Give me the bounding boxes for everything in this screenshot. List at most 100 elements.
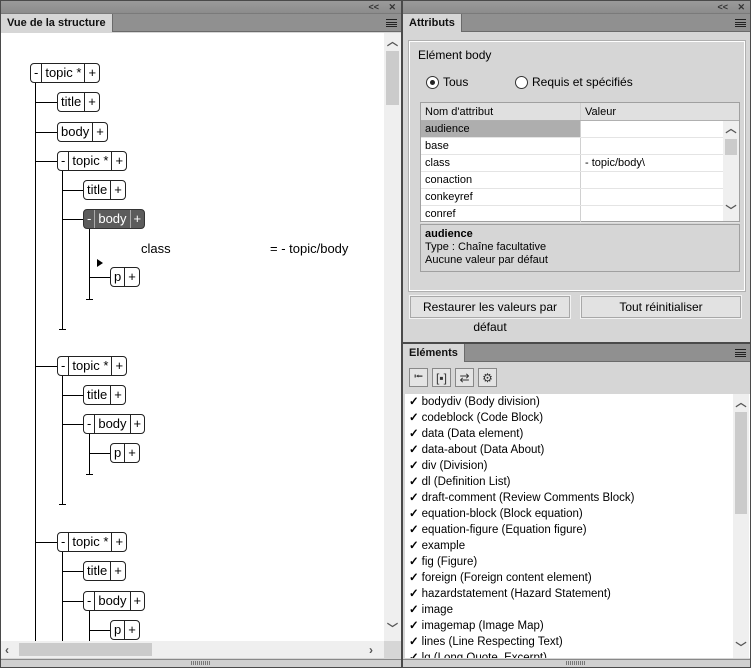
element-list-item[interactable]: ✓ image	[405, 602, 750, 618]
element-list-item[interactable]: ✓ foreign (Foreign content element)	[405, 570, 750, 586]
collapse-button[interactable]: -	[84, 210, 96, 228]
collapse-button[interactable]: -	[58, 152, 70, 170]
element-list-item[interactable]: ✓ dl (Definition List)	[405, 474, 750, 490]
tree-node-title[interactable]: title +	[57, 92, 100, 112]
element-list-item[interactable]: ✓ example	[405, 538, 750, 554]
element-list-item[interactable]: ✓ bodydiv (Body division)	[405, 394, 750, 410]
scrollbar-thumb[interactable]	[735, 412, 747, 514]
radio-all[interactable]: Tous	[426, 75, 468, 89]
tree-node-title[interactable]: title +	[83, 385, 126, 405]
scroll-up-icon[interactable]: ︿	[384, 36, 401, 48]
attr-value[interactable]	[581, 121, 723, 137]
panel-menu-icon[interactable]	[386, 19, 397, 27]
scroll-down-icon[interactable]: ﹀	[384, 623, 401, 635]
expand-button[interactable]: +	[112, 357, 126, 375]
vertical-scrollbar[interactable]: ︿ ﹀	[384, 33, 401, 641]
scroll-up-icon[interactable]: ︿	[723, 123, 739, 135]
panel-menu-icon[interactable]	[735, 19, 746, 27]
expand-button[interactable]: +	[93, 123, 107, 141]
vertical-scrollbar[interactable]: ︿ ﹀	[733, 394, 749, 658]
attr-value[interactable]	[581, 172, 723, 188]
table-scrollbar[interactable]: ︿ ﹀	[723, 121, 739, 221]
tree-node-p[interactable]: p +	[110, 620, 140, 640]
resize-handle[interactable]	[403, 659, 750, 667]
insert-before-icon[interactable]: ⭰	[409, 368, 428, 387]
change-element-icon[interactable]: ⇄	[455, 368, 474, 387]
attr-value[interactable]	[581, 138, 723, 154]
column-header-name[interactable]: Nom d'attribut	[421, 103, 581, 120]
tree-node-p[interactable]: p +	[110, 443, 140, 463]
column-header-value[interactable]: Valeur	[581, 103, 723, 120]
element-list-item[interactable]: ✓ imagemap (Image Map)	[405, 618, 750, 634]
element-list-item[interactable]: ✓ data-about (Data About)	[405, 442, 750, 458]
settings-gear-icon[interactable]: ⚙	[478, 368, 497, 387]
attr-value[interactable]: - topic/body\	[581, 155, 723, 171]
element-list-item[interactable]: ✓ equation-figure (Equation figure)	[405, 522, 750, 538]
expand-button[interactable]: +	[112, 533, 126, 551]
expand-button[interactable]: +	[85, 64, 99, 82]
tree-node-title[interactable]: title +	[83, 561, 126, 581]
radio-required-specified[interactable]: Requis et spécifiés	[515, 75, 633, 89]
tree-node-topic[interactable]: - topic * +	[57, 356, 128, 376]
tree-node-body[interactable]: - body +	[83, 591, 146, 611]
scroll-up-icon[interactable]: ︿	[733, 397, 749, 409]
expand-button[interactable]: +	[111, 386, 125, 404]
scroll-left-icon[interactable]: ‹	[5, 643, 9, 657]
table-row[interactable]: conkeyref	[421, 189, 739, 206]
tree-node-p[interactable]: p +	[110, 267, 140, 287]
collapse-button[interactable]: -	[31, 64, 43, 82]
tree-node-body-selected[interactable]: - body +	[83, 209, 146, 229]
element-list-item[interactable]: ✓ data (Data element)	[405, 426, 750, 442]
element-list-item[interactable]: ✓ hazardstatement (Hazard Statement)	[405, 586, 750, 602]
scroll-right-icon[interactable]: ›	[369, 643, 373, 657]
table-row[interactable]: base	[421, 138, 739, 155]
element-list-item[interactable]: ✓ div (Division)	[405, 458, 750, 474]
tab-attributes[interactable]: Attributs	[403, 14, 462, 32]
reset-all-button[interactable]: Tout réinitialiser	[580, 295, 742, 319]
tree-node-body[interactable]: body +	[57, 122, 108, 142]
expand-button[interactable]: +	[131, 415, 145, 433]
tree-node-body[interactable]: - body +	[83, 414, 146, 434]
expand-button[interactable]: +	[112, 152, 126, 170]
panel-menu-icon[interactable]	[735, 349, 746, 357]
attr-value[interactable]	[581, 189, 723, 205]
collapse-button[interactable]: -	[84, 415, 96, 433]
horizontal-scrollbar[interactable]: ‹ ›	[1, 641, 384, 658]
expand-button[interactable]: +	[125, 444, 139, 462]
expand-button[interactable]: +	[131, 592, 145, 610]
scrollbar-thumb[interactable]	[386, 51, 399, 105]
element-list-item[interactable]: ✓ equation-block (Block equation)	[405, 506, 750, 522]
scroll-down-icon[interactable]: ﹀	[733, 642, 749, 654]
tree-node-title[interactable]: title +	[83, 180, 126, 200]
attr-value[interactable]	[581, 206, 723, 222]
structure-canvas[interactable]: - topic * + title + body + - topic * + title + …	[1, 33, 384, 641]
element-list-item[interactable]: ✓ fig (Figure)	[405, 554, 750, 570]
element-list-item[interactable]: ✓ lq (Long Quote, Excerpt)	[405, 650, 750, 658]
tab-structure-view[interactable]: Vue de la structure	[1, 14, 113, 32]
collapse-button[interactable]: -	[58, 357, 70, 375]
scroll-down-icon[interactable]: ﹀	[723, 205, 739, 217]
expand-button[interactable]: +	[85, 93, 99, 111]
table-row[interactable]: conaction	[421, 172, 739, 189]
expand-button[interactable]: +	[111, 562, 125, 580]
scrollbar-thumb[interactable]	[19, 643, 152, 656]
element-list-item[interactable]: ✓ codeblock (Code Block)	[405, 410, 750, 426]
scrollbar-thumb[interactable]	[725, 139, 737, 155]
resize-handle[interactable]	[1, 659, 401, 667]
expand-button[interactable]: +	[111, 181, 125, 199]
tab-elements[interactable]: Eléments	[403, 344, 465, 362]
tree-node-topic[interactable]: - topic * +	[30, 63, 101, 83]
collapse-button[interactable]: -	[58, 533, 70, 551]
expand-button[interactable]: +	[125, 268, 139, 286]
close-icon[interactable]: ✕	[737, 1, 745, 14]
element-list-item[interactable]: ✓ lines (Line Respecting Text)	[405, 634, 750, 650]
table-row[interactable]: audience	[421, 121, 739, 138]
tree-node-topic[interactable]: - topic * +	[57, 532, 128, 552]
collapse-icon[interactable]: <<	[717, 1, 728, 14]
tree-node-topic[interactable]: - topic * +	[57, 151, 128, 171]
close-icon[interactable]: ✕	[388, 1, 396, 14]
expand-button[interactable]: +	[131, 210, 145, 228]
restore-defaults-button[interactable]: Restaurer les valeurs par défaut	[409, 295, 571, 334]
element-list-item[interactable]: ✓ draft-comment (Review Comments Block)	[405, 490, 750, 506]
collapse-button[interactable]: -	[84, 592, 96, 610]
